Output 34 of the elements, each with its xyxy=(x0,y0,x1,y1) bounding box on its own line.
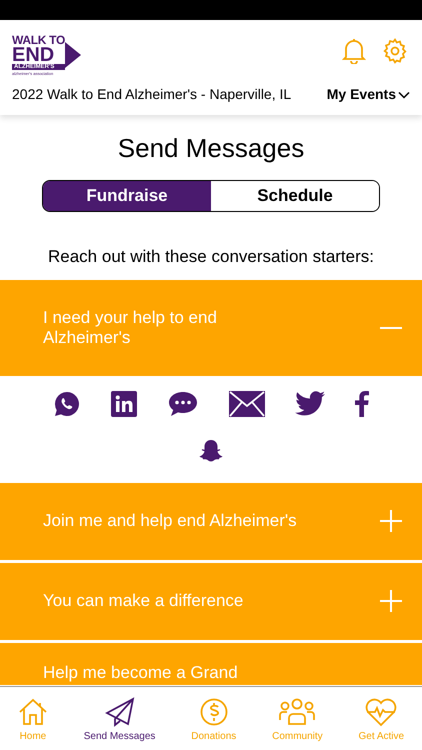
page-title: Send Messages xyxy=(118,132,304,165)
tab-bar-item[interactable]: Get Active xyxy=(358,697,404,744)
starter-text: Join me and help end Alzheimer's xyxy=(43,511,298,531)
house-icon xyxy=(18,697,48,727)
dollar-coin-icon xyxy=(198,697,229,727)
accordion-item[interactable]: I need your help to end Alzheimer's xyxy=(0,280,422,376)
starter-text: I need your help to end Alzheimer's xyxy=(43,308,218,348)
accordion-item[interactable]: You can make a difference xyxy=(0,562,422,640)
accordion-item[interactable]: Help me become a Grand xyxy=(0,642,422,684)
accordion-item[interactable]: Join me and help end Alzheimer's xyxy=(0,482,422,560)
chat-bubble-icon[interactable] xyxy=(167,390,199,418)
envelope-icon[interactable] xyxy=(229,390,265,416)
paper-plane-icon xyxy=(104,697,135,727)
whatsapp-icon[interactable] xyxy=(53,390,81,418)
intro-text: Reach out with these conversation starters: xyxy=(48,246,374,268)
event-name: 2022 Walk to End Alzheimer's - Naperville, IL xyxy=(12,85,292,104)
triangle-icon xyxy=(65,40,82,70)
heartbeat-icon xyxy=(364,697,398,727)
my-events-dropdown[interactable]: My Events xyxy=(326,84,410,105)
tab-bar-item[interactable]: Donations xyxy=(191,697,236,744)
segment-tab[interactable]: Fundraise xyxy=(43,181,211,211)
logo-text: END xyxy=(12,46,54,64)
ghost-icon[interactable] xyxy=(198,438,224,464)
tab-bar-item[interactable]: Home xyxy=(18,697,48,744)
linkedin-icon[interactable] xyxy=(111,390,137,416)
starter-text: Help me become a Grand xyxy=(43,662,239,682)
chevron-down-icon xyxy=(398,90,410,98)
bird-icon[interactable] xyxy=(295,390,325,416)
logo-text: WALK TO xyxy=(12,34,66,46)
tab-bar-item[interactable]: Community xyxy=(272,697,323,744)
f-letter-icon[interactable] xyxy=(355,390,369,416)
tab-bar-item[interactable]: Send Messages xyxy=(84,697,156,744)
starter-text: You can make a difference xyxy=(43,591,244,611)
people-group-icon xyxy=(278,697,316,727)
